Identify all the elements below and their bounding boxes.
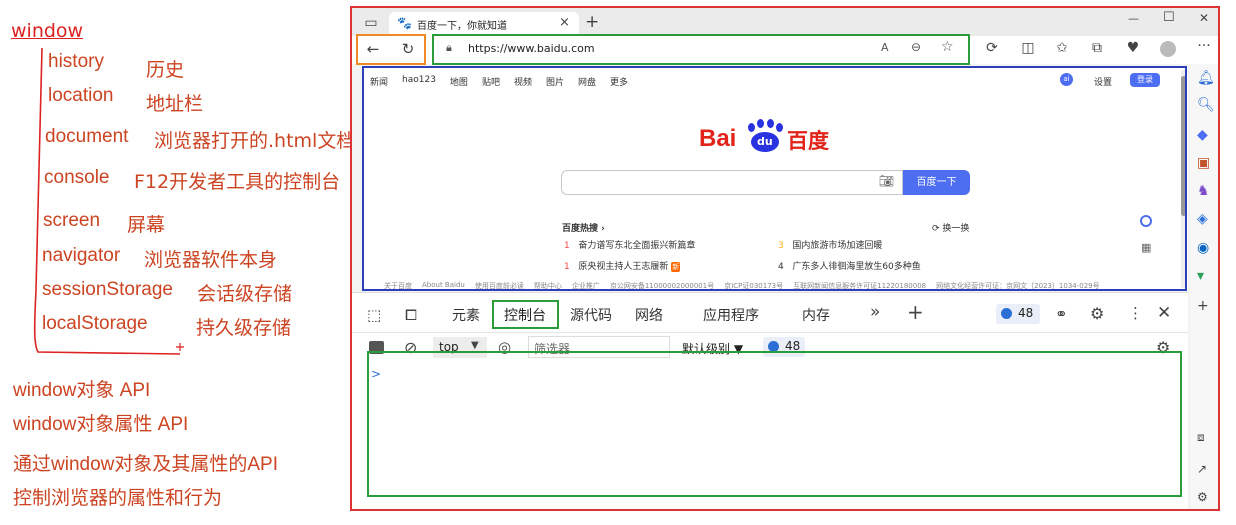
annotation-note-2: window对象属性 API bbox=[13, 414, 189, 435]
annotation-cn-location: 地址栏 bbox=[146, 93, 204, 115]
annotation-cn-history: 历史 bbox=[146, 59, 185, 81]
console-area-highlight-box bbox=[367, 351, 1182, 497]
annotation-key-document: document bbox=[45, 126, 129, 147]
history-highlight-box bbox=[356, 34, 426, 65]
annotation-cn-sessionstorage: 会话级存储 bbox=[197, 283, 293, 305]
annotation-cn-console: F12开发者工具的控制台 bbox=[134, 171, 341, 193]
annotation-root: window bbox=[11, 20, 84, 42]
annotation-cn-document: 浏览器打开的.html文档 bbox=[154, 130, 356, 152]
annotation-key-console: console bbox=[44, 167, 110, 188]
annotation-note-4: 控制浏览器的属性和行为 bbox=[13, 488, 223, 509]
annotation-cn-navigator: 浏览器软件本身 bbox=[144, 249, 278, 271]
annotation-note-1: window对象 API bbox=[13, 380, 151, 401]
location-highlight-box bbox=[432, 34, 970, 65]
console-tab-highlight-box bbox=[492, 300, 559, 329]
annotation-key-sessionstorage: sessionStorage bbox=[42, 279, 173, 300]
document-highlight-box bbox=[362, 66, 1187, 291]
annotation-key-history: history bbox=[48, 51, 104, 72]
annotation-cn-screen: 屏幕 bbox=[127, 214, 166, 236]
annotation-key-localstorage: localStorage bbox=[42, 313, 148, 334]
annotation-key-navigator: navigator bbox=[42, 245, 121, 266]
annotation-note-3: 通过window对象及其属性的API bbox=[13, 454, 278, 475]
annotation-key-screen: screen bbox=[43, 210, 101, 231]
annotation-key-location: location bbox=[48, 85, 114, 106]
annotation-cn-localstorage: 持久级存储 bbox=[196, 317, 292, 339]
